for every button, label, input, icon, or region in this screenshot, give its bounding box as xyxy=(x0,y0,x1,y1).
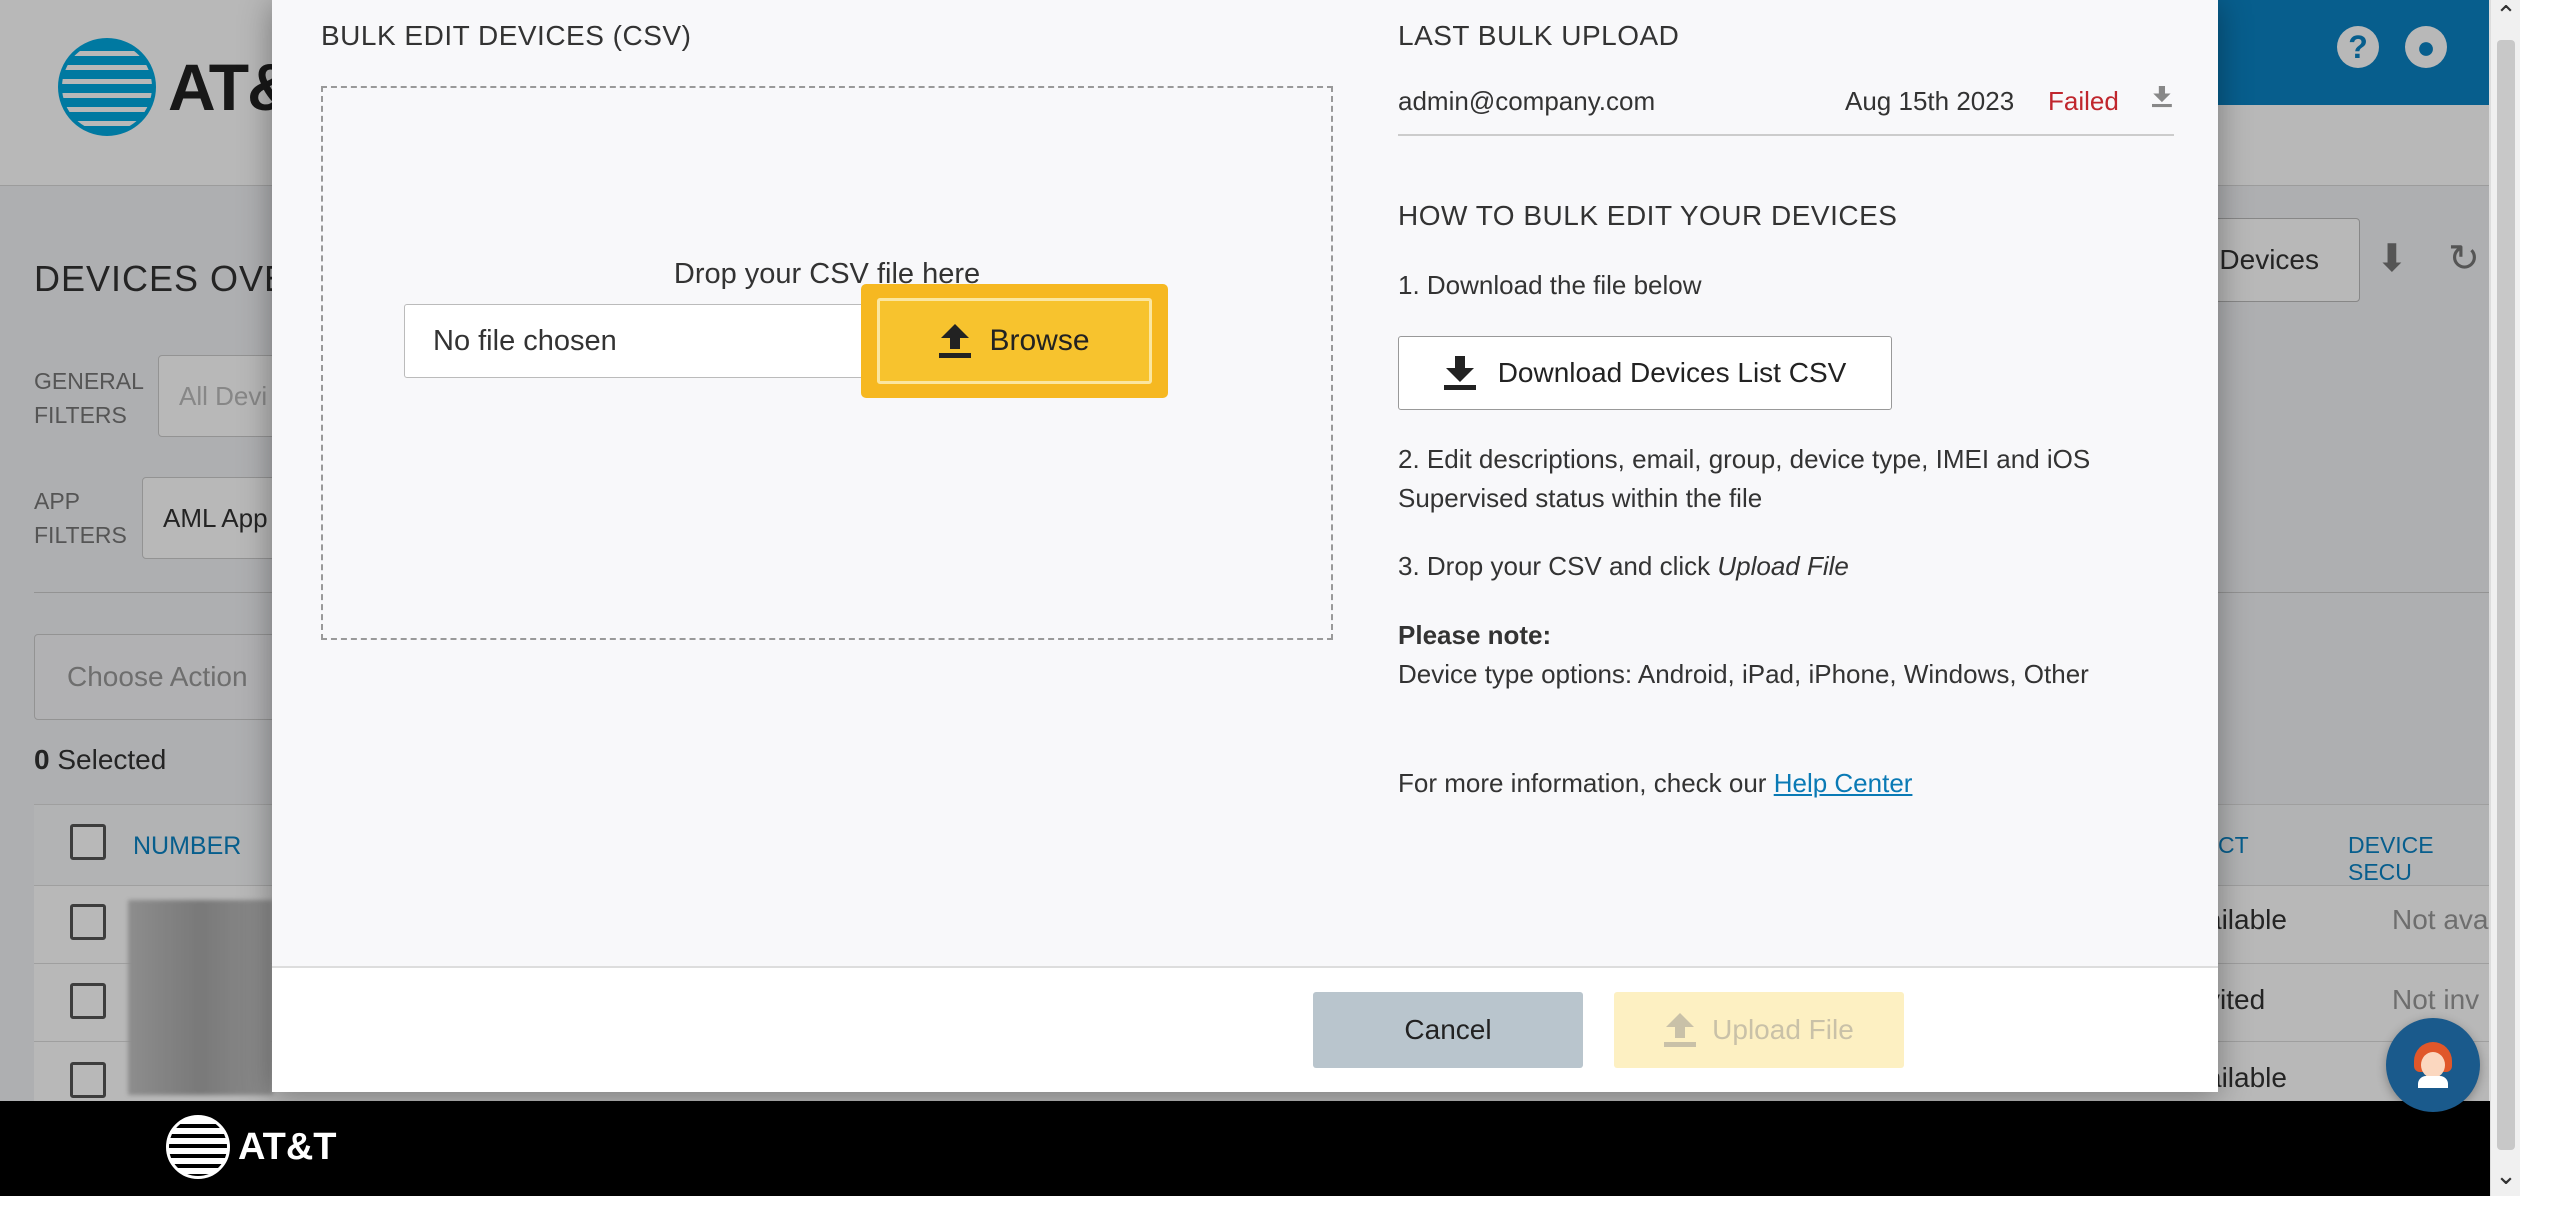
step-1-text: 1. Download the file below xyxy=(1398,270,1702,300)
modal-body: BULK EDIT DEVICES (CSV) Drop your CSV fi… xyxy=(272,0,2218,966)
modal-footer xyxy=(272,966,2218,1092)
step-2-text: 2. Edit descriptions, email, group, devi… xyxy=(1398,444,2091,513)
cancel-button[interactable]: Cancel xyxy=(1313,992,1583,1068)
download-devices-csv-button[interactable]: Download Devices List CSV xyxy=(1398,336,1892,410)
drop-instructions: Drop your CSV file here xyxy=(673,258,981,290)
download-icon xyxy=(1443,356,1476,390)
upload-file-button[interactable]: Upload File xyxy=(1614,992,1904,1068)
att-globe-icon xyxy=(166,1115,230,1179)
browse-label: Browse xyxy=(989,324,1090,357)
footer-logo: AT&T xyxy=(166,1115,337,1179)
step-3-text: 3. Drop your CSV and click Upload File xyxy=(1398,551,1849,581)
bulk-edit-title: BULK EDIT DEVICES (CSV) xyxy=(321,20,692,51)
footer-brand-name: AT&T xyxy=(238,1125,337,1168)
app-footer: AT&T xyxy=(0,1101,2490,1196)
file-input[interactable]: No file chosen xyxy=(404,304,874,378)
page-scrollbar[interactable]: ⌃ ⌄ xyxy=(2490,0,2520,1196)
scroll-up-icon[interactable]: ⌃ xyxy=(2491,0,2521,30)
upload-status: Failed xyxy=(2048,86,2119,116)
bulk-edit-modal: BULK EDIT DEVICES (CSV) Drop your CSV fi… xyxy=(272,0,2218,1092)
upload-date: Aug 15th 2023 xyxy=(1845,86,2015,116)
last-upload-row: admin@company.com Aug 15th 2023 Failed xyxy=(1398,82,2174,136)
upload-icon xyxy=(939,324,972,358)
chat-assistant-button[interactable] xyxy=(2386,1018,2480,1112)
upload-file-label: Upload File xyxy=(1712,1014,1854,1045)
download-report-icon[interactable] xyxy=(2152,86,2172,108)
last-upload-title: LAST BULK UPLOAD xyxy=(1398,20,1680,51)
device-type-note: Device type options: Android, iPad, iPho… xyxy=(1398,659,2089,689)
scroll-down-icon[interactable]: ⌄ xyxy=(2491,1160,2521,1190)
upload-user: admin@company.com xyxy=(1398,86,1656,116)
browse-button[interactable]: Browse xyxy=(877,298,1152,384)
upload-icon xyxy=(1664,1013,1697,1047)
download-button-label: Download Devices List CSV xyxy=(1497,357,1847,388)
more-info-text: For more information, check our Help Cen… xyxy=(1398,768,1913,798)
please-note-label: Please note: xyxy=(1398,620,1552,650)
help-center-link[interactable]: Help Center xyxy=(1774,768,1913,798)
chat-assistant-icon xyxy=(2414,1042,2452,1088)
how-to-title: HOW TO BULK EDIT YOUR DEVICES xyxy=(1398,200,1898,231)
scrollbar-thumb[interactable] xyxy=(2497,40,2515,1150)
